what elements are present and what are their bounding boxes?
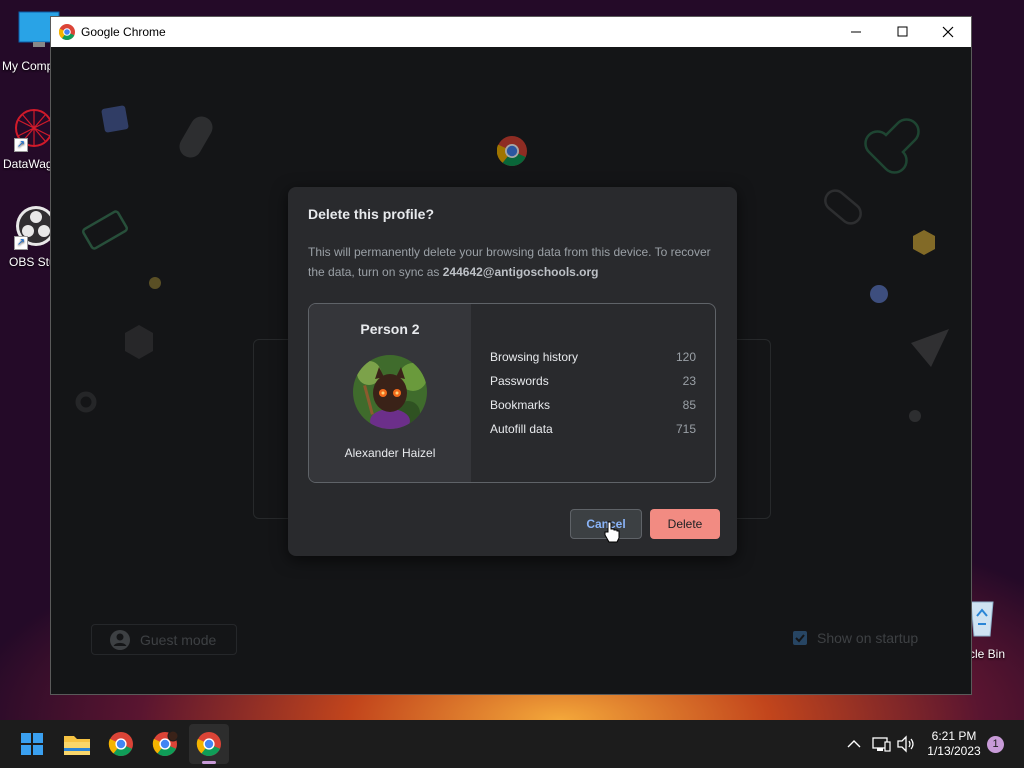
profile-identity: Person 2 Alexander Haizel (309, 304, 471, 482)
maximize-button[interactable] (879, 17, 925, 47)
system-clock[interactable]: 6:21 PM 1/13/2023 (922, 729, 986, 759)
desktop-icon-label: OBS Stu (9, 255, 56, 269)
stat-label: Bookmarks (490, 398, 551, 412)
chrome-logo-icon (59, 24, 75, 40)
hand-cursor-icon (604, 521, 620, 543)
chrome-profile-icon (152, 730, 179, 757)
delete-profile-dialog: Delete this profile? This will permanent… (288, 187, 737, 556)
profile-name: Person 2 (360, 321, 420, 337)
shortcut-arrow-icon: ↗ (14, 236, 28, 250)
minimize-button[interactable] (833, 17, 879, 47)
shortcut-arrow-icon: ↗ (14, 138, 28, 152)
network-icon[interactable] (871, 734, 891, 754)
taskbar-chrome-active[interactable] (189, 724, 229, 764)
dialog-title: Delete this profile? (308, 206, 435, 222)
volume-icon[interactable] (896, 734, 916, 754)
chrome-active-icon (196, 732, 221, 764)
desktop-icon-label: DataWag (3, 157, 53, 171)
stat-label: Passwords (490, 374, 549, 388)
stat-label: Autofill data (490, 422, 553, 436)
stat-bookmarks: Bookmarks 85 (490, 398, 696, 412)
profile-summary-panel: Person 2 Alexander Haizel Browsing histo… (308, 303, 716, 483)
taskbar-chrome[interactable] (101, 724, 141, 764)
account-email: 244642@antigoschools.org (442, 265, 599, 279)
desktop-icon-label: My Comp (2, 59, 54, 73)
profile-user-name: Alexander Haizel (344, 446, 436, 460)
notification-badge[interactable]: 1 (987, 736, 1004, 753)
chevron-up-icon[interactable] (844, 734, 864, 754)
chrome-window: Google Chrome Guest mode Show on startup… (50, 16, 972, 695)
close-window-button[interactable] (925, 17, 971, 47)
chrome-icon (108, 732, 133, 757)
stat-browsing-history: Browsing history 120 (490, 350, 696, 364)
desktop-icon-label: cle Bin (969, 647, 1006, 661)
stat-value: 120 (675, 350, 696, 364)
profile-picker: Guest mode Show on startup Delete this p… (51, 47, 971, 694)
stat-passwords: Passwords 23 (490, 374, 696, 388)
clock-date: 1/13/2023 (927, 744, 981, 758)
maximize-icon (897, 26, 908, 37)
taskbar-chrome-profile[interactable] (145, 724, 185, 764)
clock-time: 6:21 PM (931, 729, 977, 743)
taskbar: 6:21 PM 1/13/2023 1 (0, 720, 1024, 768)
stat-autofill-data: Autofill data 715 (490, 422, 696, 436)
start-icon (21, 733, 43, 755)
stat-label: Browsing history (490, 350, 579, 364)
delete-button[interactable]: Delete (650, 509, 720, 539)
stat-value: 85 (682, 398, 696, 412)
avatar (353, 355, 427, 429)
window-title: Google Chrome (81, 25, 166, 39)
start-button[interactable] (12, 724, 52, 764)
taskbar-file-explorer[interactable] (57, 724, 97, 764)
stat-value: 23 (682, 374, 696, 388)
dialog-description: This will permanently delete your browsi… (308, 242, 718, 282)
stat-value: 715 (675, 422, 696, 436)
minimize-icon (851, 31, 861, 33)
close-icon (942, 26, 954, 38)
file-explorer-icon (64, 736, 90, 755)
title-bar: Google Chrome (51, 17, 971, 47)
